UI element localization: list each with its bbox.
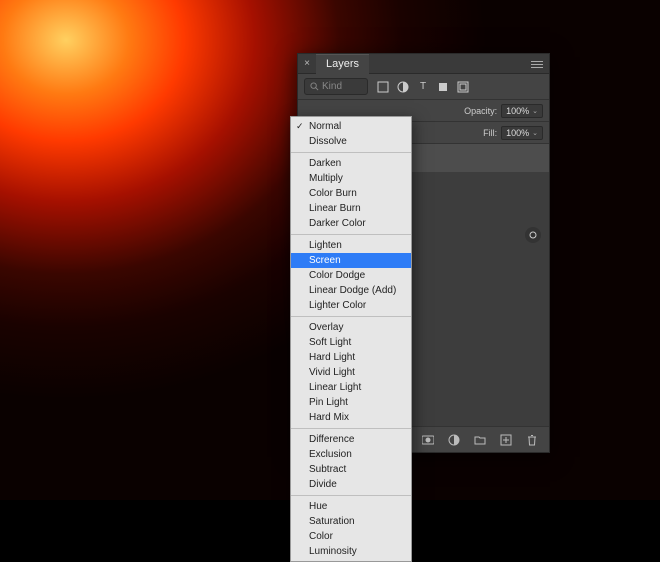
menu-separator [291, 152, 411, 153]
blend-mode-option[interactable]: Darken [291, 156, 411, 171]
blend-mode-option-label: Lighter Color [309, 300, 366, 311]
blend-mode-option[interactable]: Pin Light [291, 395, 411, 410]
blend-mode-option-label: Linear Dodge (Add) [309, 285, 396, 296]
filter-shape-icon[interactable] [436, 80, 450, 94]
blend-mode-option[interactable]: Color [291, 529, 411, 544]
blend-mode-option-label: Overlay [309, 322, 343, 333]
chevron-down-icon: ⌄ [532, 107, 538, 115]
menu-separator [291, 428, 411, 429]
search-icon [310, 82, 319, 91]
blend-mode-option-label: Linear Burn [309, 203, 361, 214]
opacity-value: 100% [506, 106, 529, 116]
blend-mode-option-label: Multiply [309, 173, 343, 184]
blend-mode-option[interactable]: Hue [291, 499, 411, 514]
fill-value: 100% [506, 128, 529, 138]
blend-mode-option[interactable]: Vivid Light [291, 365, 411, 380]
fill-field[interactable]: 100% ⌄ [501, 126, 543, 140]
group-icon[interactable] [473, 433, 487, 447]
new-layer-icon[interactable] [499, 433, 513, 447]
blend-mode-option-label: Hue [309, 501, 327, 512]
panel-close-button[interactable]: × [298, 54, 316, 74]
filter-type-icon[interactable]: T [416, 80, 430, 94]
layers-tab-label: Layers [326, 58, 359, 70]
blend-mode-option-label: Hard Light [309, 352, 355, 363]
menu-separator [291, 316, 411, 317]
blend-mode-option[interactable]: Color Dodge [291, 268, 411, 283]
visibility-badge-icon[interactable] [525, 227, 541, 243]
opacity-field[interactable]: 100% ⌄ [501, 104, 543, 118]
filter-pixel-icon[interactable] [376, 80, 390, 94]
layer-filter-row: Kind T [298, 74, 549, 100]
blend-mode-option-label: Darker Color [309, 218, 366, 229]
adjustment-layer-icon[interactable] [447, 433, 461, 447]
blend-mode-option[interactable]: Saturation [291, 514, 411, 529]
blend-mode-option-label: Difference [309, 434, 354, 445]
blend-mode-option[interactable]: Hard Light [291, 350, 411, 365]
blend-mode-option-label: Normal [309, 121, 341, 132]
blend-mode-option[interactable]: Subtract [291, 462, 411, 477]
blend-mode-option[interactable]: Hard Mix [291, 410, 411, 425]
blend-mode-option[interactable]: ✓ Normal [291, 119, 411, 134]
blend-mode-option-label: Lighten [309, 240, 342, 251]
blend-mode-option[interactable]: Dissolve [291, 134, 411, 149]
blend-mode-option[interactable]: Linear Light [291, 380, 411, 395]
filter-smartobject-icon[interactable] [456, 80, 470, 94]
layer-kind-filter[interactable]: Kind [304, 78, 368, 95]
blend-mode-option[interactable]: Multiply [291, 171, 411, 186]
blend-mode-option-label: Darken [309, 158, 341, 169]
filter-adjustment-icon[interactable] [396, 80, 410, 94]
check-icon: ✓ [296, 120, 304, 132]
layer-mask-icon[interactable] [421, 433, 435, 447]
blend-mode-option-label: Linear Light [309, 382, 361, 393]
chevron-down-icon: ⌄ [532, 129, 538, 137]
blend-mode-option-label: Color Dodge [309, 270, 365, 281]
blend-mode-option-label: Soft Light [309, 337, 351, 348]
blend-mode-option[interactable]: Screen [291, 253, 411, 268]
blend-mode-option-label: Luminosity [309, 546, 357, 557]
blend-mode-dropdown[interactable]: ✓ Normal Dissolve Darken Multiply Color Burn L… [290, 116, 412, 562]
blend-mode-option[interactable]: Color Burn [291, 186, 411, 201]
blend-mode-option-label: Saturation [309, 516, 355, 527]
blend-mode-option-label: Vivid Light [309, 367, 355, 378]
blend-mode-option-label: Hard Mix [309, 412, 349, 423]
blend-mode-option[interactable]: Overlay [291, 320, 411, 335]
layer-type-filters: T [376, 80, 470, 94]
blend-mode-option[interactable]: Difference [291, 432, 411, 447]
blend-mode-option[interactable]: Luminosity [291, 544, 411, 559]
blend-mode-option[interactable]: Divide [291, 477, 411, 492]
trash-icon[interactable] [525, 433, 539, 447]
layer-kind-label: Kind [322, 81, 342, 92]
opacity-label: Opacity: [464, 106, 497, 116]
blend-mode-option-label: Dissolve [309, 136, 347, 147]
blend-mode-option[interactable]: Lighter Color [291, 298, 411, 313]
blend-mode-option-label: Color [309, 531, 333, 542]
blend-mode-option[interactable]: Linear Dodge (Add) [291, 283, 411, 298]
blend-mode-option[interactable]: Soft Light [291, 335, 411, 350]
blend-mode-option-label: Exclusion [309, 449, 352, 460]
menu-separator [291, 234, 411, 235]
fill-label: Fill: [483, 128, 497, 138]
panel-tab-bar: × Layers [298, 54, 549, 74]
blend-mode-option[interactable]: Exclusion [291, 447, 411, 462]
layers-tab[interactable]: Layers [316, 54, 369, 74]
blend-mode-option[interactable]: Linear Burn [291, 201, 411, 216]
blend-mode-option[interactable]: Lighten [291, 238, 411, 253]
blend-mode-option-label: Divide [309, 479, 337, 490]
blend-mode-option-label: Pin Light [309, 397, 348, 408]
blend-mode-option-label: Screen [309, 255, 341, 266]
panel-menu-button[interactable] [531, 57, 545, 71]
menu-separator [291, 495, 411, 496]
blend-mode-option[interactable]: Darker Color [291, 216, 411, 231]
blend-mode-option-label: Subtract [309, 464, 346, 475]
blend-mode-option-label: Color Burn [309, 188, 357, 199]
